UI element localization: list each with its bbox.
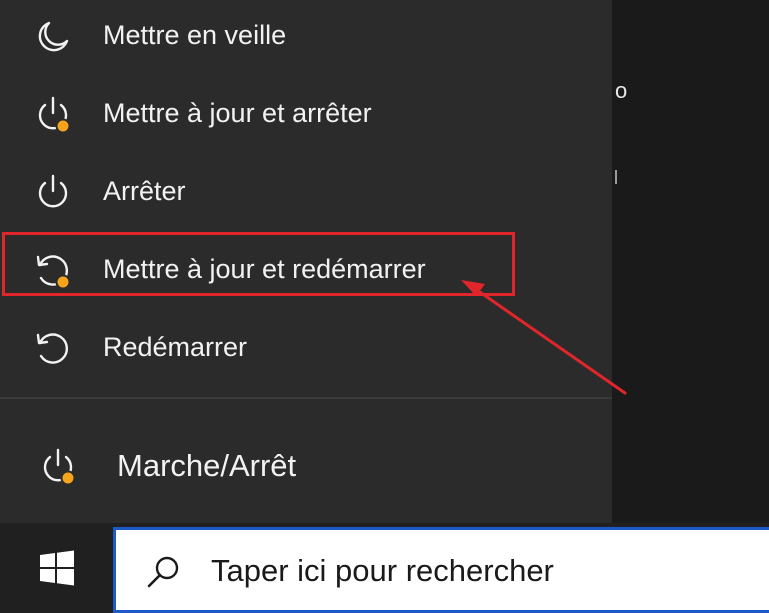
taskbar: Taper ici pour rechercher [0, 523, 769, 613]
moon-icon [33, 17, 73, 57]
menu-item-shutdown[interactable]: Arrêter [0, 156, 612, 230]
background-window [612, 0, 769, 523]
screenshot: o Mettre en veille Mettre à jour et arrê… [0, 0, 769, 613]
search-box[interactable]: Taper ici pour rechercher [113, 527, 769, 613]
power-update-icon [38, 447, 78, 487]
menu-item-update-and-shutdown[interactable]: Mettre à jour et arrêter [0, 78, 612, 152]
menu-divider [0, 397, 612, 399]
start-button[interactable] [0, 523, 113, 613]
background-text-fragment: o [615, 78, 628, 103]
windows-logo-icon [39, 550, 74, 586]
menu-item-update-and-shutdown-label: Mettre à jour et arrêter [103, 98, 372, 128]
power-button-label: Marche/Arrêt [117, 448, 297, 483]
restart-icon [33, 329, 73, 369]
menu-item-update-and-restart[interactable]: Mettre à jour et redémarrer [0, 234, 612, 308]
menu-item-shutdown-label: Arrêter [103, 176, 186, 206]
menu-item-sleep[interactable]: Mettre en veille [0, 0, 612, 74]
power-options-menu: Mettre en veille Mettre à jour et arrête… [0, 0, 612, 523]
search-icon [147, 556, 179, 588]
restart-update-icon [33, 251, 73, 291]
menu-item-restart[interactable]: Redémarrer [0, 312, 612, 386]
background-text-fragment-bar [615, 170, 617, 184]
menu-item-update-and-restart-label: Mettre à jour et redémarrer [103, 254, 426, 284]
power-button[interactable]: Marche/Arrêt [0, 430, 612, 504]
power-icon [33, 173, 73, 213]
power-update-icon [33, 95, 73, 135]
search-placeholder: Taper ici pour rechercher [211, 553, 554, 588]
menu-item-sleep-label: Mettre en veille [103, 20, 287, 50]
menu-item-restart-label: Redémarrer [103, 332, 248, 362]
